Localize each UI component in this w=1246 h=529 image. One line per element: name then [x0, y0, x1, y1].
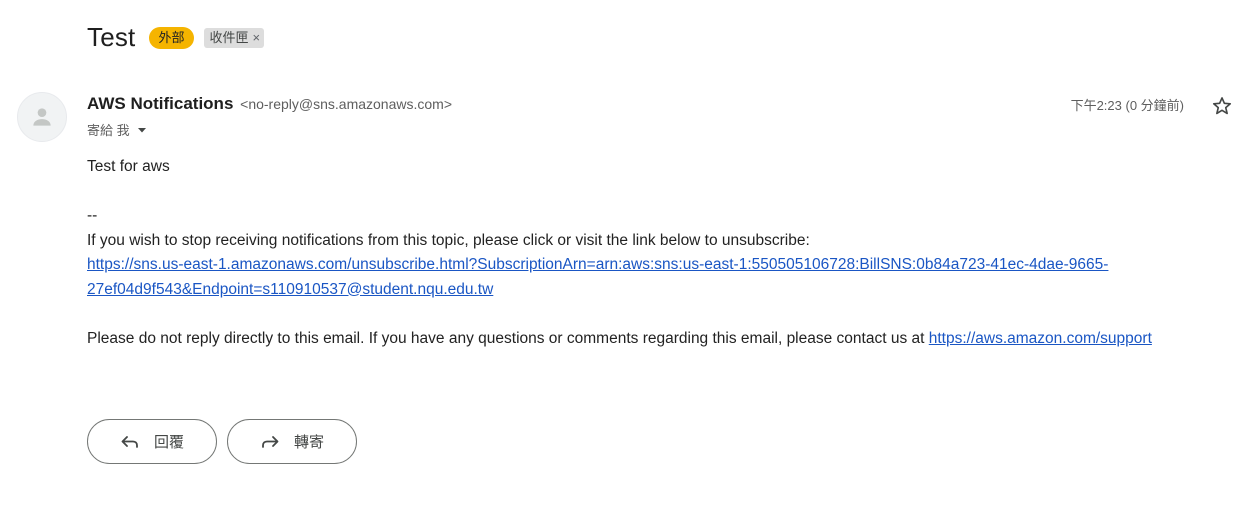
inbox-label: 收件匣 ×: [203, 27, 265, 48]
recipient-text: 寄給 我: [87, 123, 130, 138]
reply-button[interactable]: 回覆: [87, 419, 217, 464]
reply-icon: [121, 435, 138, 448]
recipient-line: 寄給 我: [87, 120, 148, 139]
remove-label-icon[interactable]: ×: [253, 28, 261, 48]
forward-button[interactable]: 轉寄: [227, 419, 357, 464]
signature-separator: --: [87, 207, 98, 224]
external-label: 外部: [149, 26, 194, 49]
forward-label: 轉寄: [293, 434, 324, 451]
star-icon[interactable]: [1211, 95, 1233, 117]
body-line: If you wish to stop receiving notificati…: [87, 231, 810, 249]
reply-label: 回覆: [153, 434, 184, 451]
contact-text: Please do not reply directly to this ema…: [87, 329, 925, 347]
person-icon: [33, 108, 51, 126]
sender-name[interactable]: AWS Notifications: [87, 94, 233, 113]
subject-row: Test 外部 收件匣 ×: [87, 22, 265, 53]
unsubscribe-link-part2[interactable]: 27ef04d9f543&Endpoint=s110910537@student…: [87, 281, 493, 298]
unsubscribe-link[interactable]: https://sns.us-east-1.amazonaws.com/unsu…: [87, 256, 1108, 298]
message-timestamp: 下午2:23 (0 分鐘前): [1070, 98, 1184, 113]
sender-line: AWS Notifications <no-reply@sns.amazonaw…: [87, 94, 452, 114]
message-actions: 回覆 轉寄: [87, 419, 357, 464]
email-body: Test for aws -- If you wish to stop rece…: [87, 155, 1227, 351]
unsubscribe-link-wrap: https://sns.us-east-1.amazonaws.com/unsu…: [87, 253, 1227, 302]
sender-email: <no-reply@sns.amazonaws.com>: [240, 96, 452, 112]
details-dropdown-icon[interactable]: [136, 124, 148, 136]
body-line: Please do not reply directly to this ema…: [87, 327, 1227, 352]
forward-icon: [262, 435, 279, 448]
inbox-label-text: 收件匣: [209, 29, 249, 45]
body-line: Test for aws: [87, 158, 170, 175]
email-view: Test 外部 收件匣 × AWS Notifications <no-repl…: [0, 0, 1246, 529]
support-link[interactable]: https://aws.amazon.com/support: [929, 330, 1152, 347]
sender-avatar[interactable]: [17, 92, 67, 142]
unsubscribe-link-part1[interactable]: https://sns.us-east-1.amazonaws.com/unsu…: [87, 256, 1108, 273]
email-subject: Test: [87, 22, 136, 52]
